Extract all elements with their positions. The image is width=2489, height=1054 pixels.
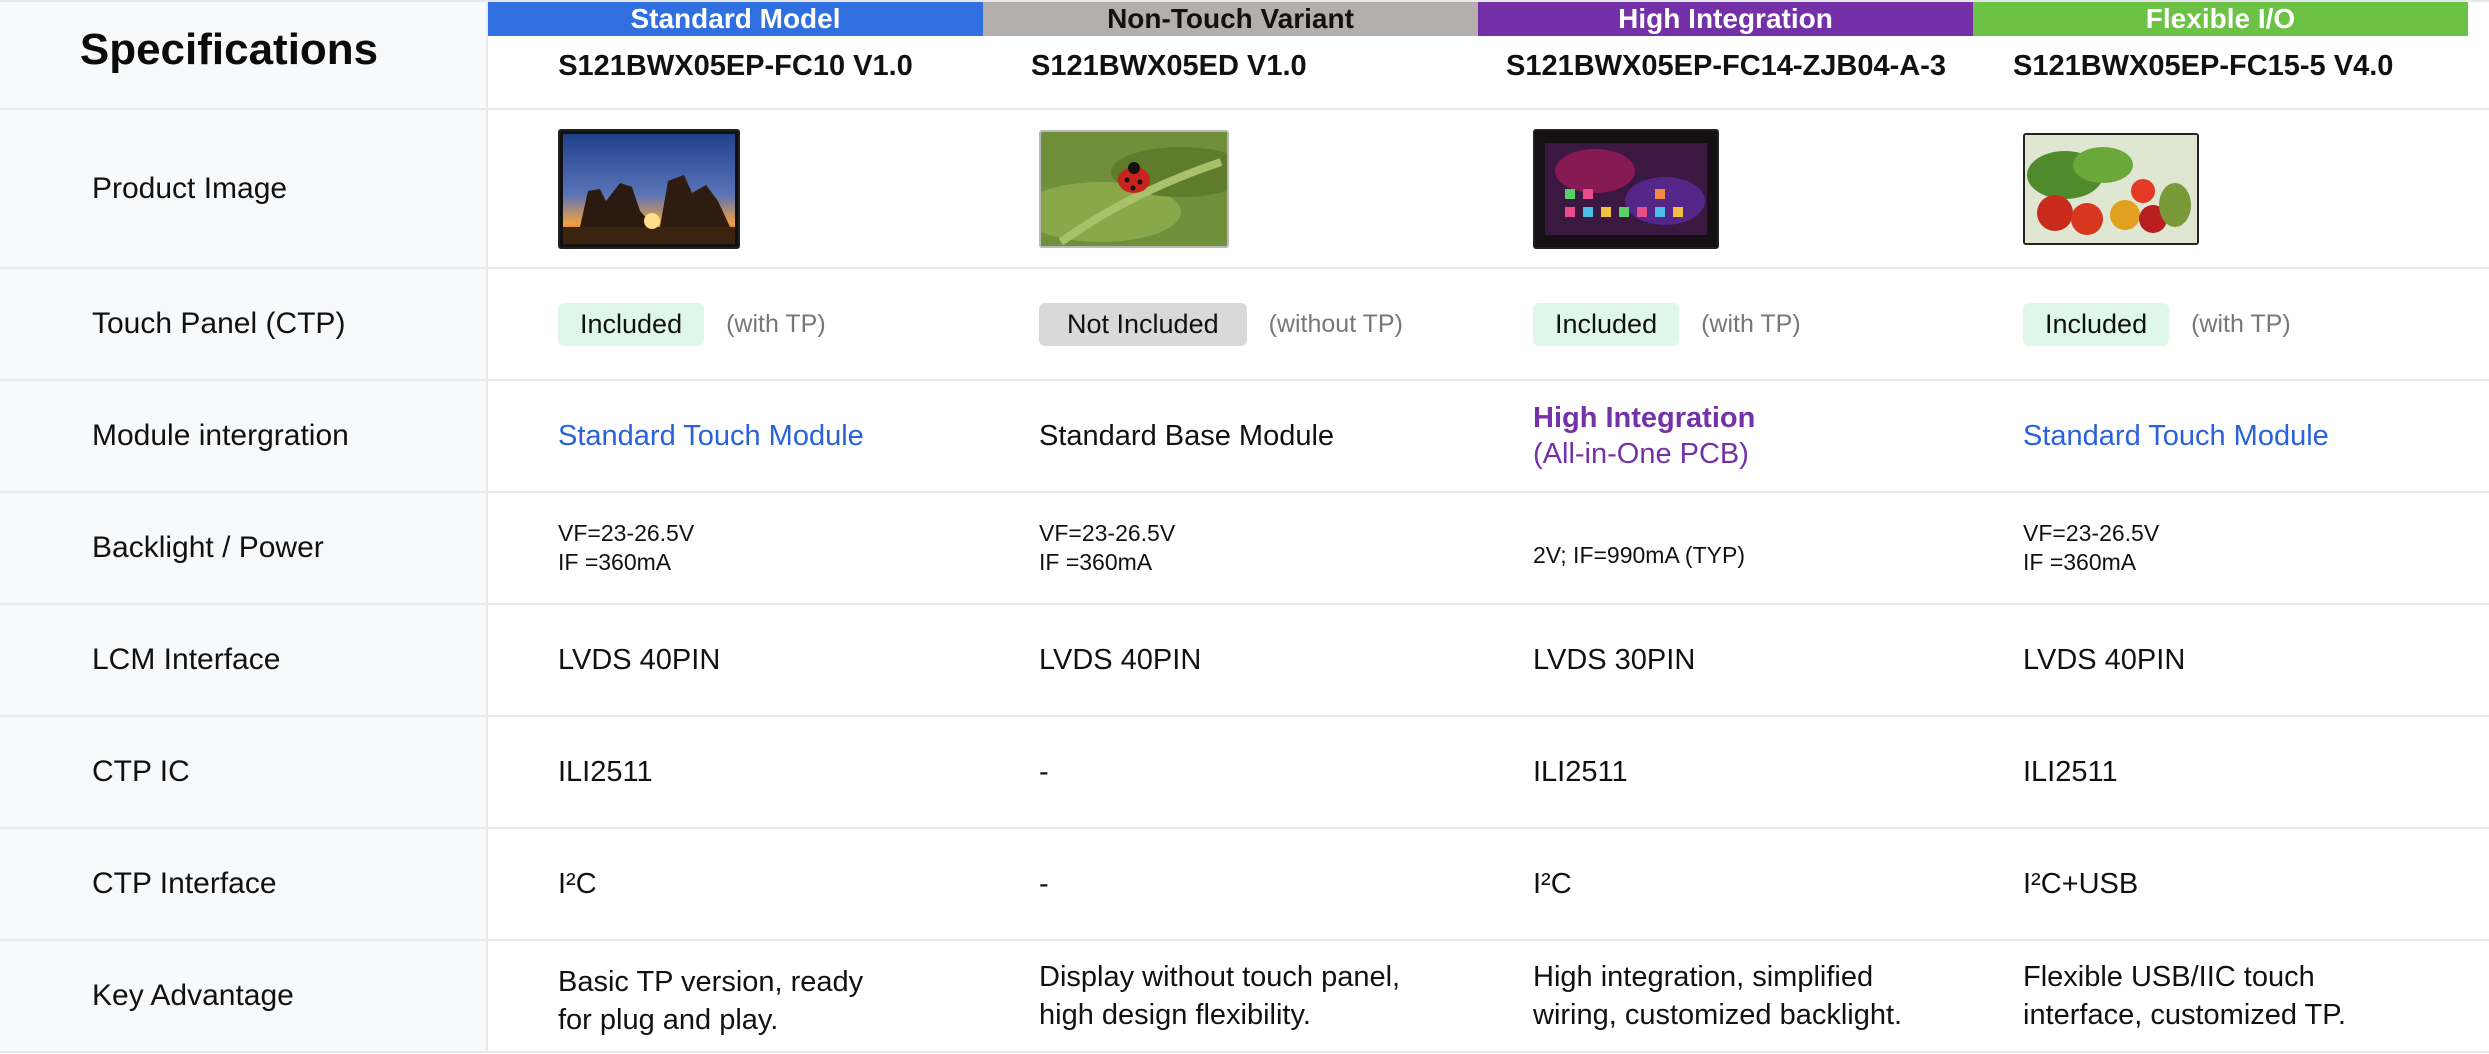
- module-subtext: (All-in-One PCB): [1533, 438, 1749, 470]
- lcm-value: LVDS 40PIN: [558, 643, 721, 676]
- status-badge: Not Included: [1039, 302, 1247, 346]
- touch-panel-3: Included (with TP): [1478, 269, 1973, 381]
- ctp-if-4: I²C+USB: [1973, 829, 2489, 941]
- advantage-line: for plug and play.: [558, 1004, 779, 1036]
- lcm-4: LVDS 40PIN: [1973, 605, 2489, 717]
- lcm-3: LVDS 30PIN: [1478, 605, 1973, 717]
- backlight-line: VF=23-26.5V: [1039, 520, 1176, 546]
- module-text: Standard Base Module: [1039, 419, 1335, 452]
- row-label-ctp-ic: CTP IC: [0, 717, 488, 829]
- ctp-ic-value: ILI2511: [558, 755, 653, 788]
- row-label-touch-panel: Touch Panel (CTP): [0, 269, 488, 381]
- lcm-value: LVDS 40PIN: [1039, 643, 1202, 676]
- module-text: Standard Touch Module: [2023, 419, 2329, 452]
- row-label-backlight: Backlight / Power: [0, 493, 488, 605]
- backlight-1: VF=23-26.5V IF =360mA: [488, 493, 983, 605]
- status-note: (without TP): [1268, 309, 1403, 338]
- advantage-1: Basic TP version, ready for plug and pla…: [488, 941, 983, 1053]
- ctp-ic-value: -: [1039, 755, 1049, 788]
- ctp-if-3: I²C: [1478, 829, 1973, 941]
- ctp-ic-1: ILI2511: [488, 717, 983, 829]
- lcm-value: LVDS 40PIN: [2023, 643, 2186, 676]
- backlight-line: IF =360mA: [2023, 549, 2137, 575]
- ctp-ic-3: ILI2511: [1478, 717, 1973, 829]
- variant-badge-3: High Integration: [1478, 2, 1973, 36]
- ctp-if-value: -: [1039, 867, 1049, 900]
- ctp-if-value: I²C: [1533, 867, 1572, 900]
- product-image-1: [488, 110, 983, 269]
- advantage-line: Flexible USB/IIC touch: [2023, 961, 2315, 993]
- advantage-3: High integration, simplified wiring, cus…: [1478, 941, 1973, 1053]
- variant-model-2: S121BWX05ED V1.0: [1031, 50, 1307, 82]
- ctp-ic-value: ILI2511: [1533, 755, 1628, 788]
- status-note: (with TP): [1701, 309, 1801, 338]
- ctp-if-value: I²C: [558, 867, 597, 900]
- row-label-ctp-interface: CTP Interface: [0, 829, 488, 941]
- status-note: (with TP): [2191, 309, 2291, 338]
- variant-header-3: High Integration S121BWX05EP-FC14-ZJB04-…: [1478, 2, 1973, 110]
- touch-panel-2: Not Included (without TP): [983, 269, 1478, 381]
- backlight-line: VF=23-26.5V: [558, 520, 695, 546]
- ctp-if-1: I²C: [488, 829, 983, 941]
- backlight-line: 2V; IF=990mA (TYP): [1533, 541, 1745, 568]
- vegetables-icon: [2023, 132, 2199, 245]
- backlight-line: VF=23-26.5V: [2023, 520, 2160, 546]
- backlight-4: VF=23-26.5V IF =360mA: [1973, 493, 2489, 605]
- advantage-line: high design flexibility.: [1039, 999, 1311, 1031]
- app-grid-screen-icon: [1533, 128, 1719, 249]
- module-text: Standard Touch Module: [558, 419, 864, 452]
- backlight-2: VF=23-26.5V IF =360mA: [983, 493, 1478, 605]
- row-label-advantage: Key Advantage: [0, 941, 488, 1053]
- status-badge: Included: [2023, 302, 2170, 346]
- variant-model-1: S121BWX05EP-FC10 V1.0: [558, 50, 913, 82]
- variant-header-2: Non-Touch Variant S121BWX05ED V1.0: [983, 2, 1478, 110]
- advantage-line: interface, customized TP.: [2023, 999, 2346, 1031]
- module-3: High Integration (All-in-One PCB): [1478, 381, 1973, 493]
- row-label-lcm: LCM Interface: [0, 605, 488, 717]
- ctp-ic-4: ILI2511: [1973, 717, 2489, 829]
- advantage-line: Display without touch panel,: [1039, 961, 1401, 993]
- variant-model-4: S121BWX05EP-FC15-5 V4.0: [2013, 50, 2394, 82]
- status-badge: Included: [558, 302, 705, 346]
- module-2: Standard Base Module: [983, 381, 1478, 493]
- variant-badge-1: Standard Model: [488, 2, 983, 36]
- advantage-line: High integration, simplified: [1533, 961, 1874, 993]
- advantage-4: Flexible USB/IIC touch interface, custom…: [1973, 941, 2489, 1053]
- variant-header-4: Flexible I/O S121BWX05EP-FC15-5 V4.0: [1973, 2, 2489, 110]
- sunset-rocks-icon: [558, 128, 740, 249]
- status-note: (with TP): [726, 309, 826, 338]
- ctp-ic-2: -: [983, 717, 1478, 829]
- row-label-module: Module intergration: [0, 381, 488, 493]
- spec-table: Specifications Standard Model S121BWX05E…: [0, 0, 2489, 1054]
- module-1: Standard Touch Module: [488, 381, 983, 493]
- ladybug-leaf-icon: [1039, 129, 1229, 248]
- product-image-2: [983, 110, 1478, 269]
- touch-panel-4: Included (with TP): [1973, 269, 2489, 381]
- advantage-line: wiring, customized backlight.: [1533, 999, 1903, 1031]
- ctp-ic-value: ILI2511: [2023, 755, 2118, 788]
- lcm-1: LVDS 40PIN: [488, 605, 983, 717]
- ctp-if-2: -: [983, 829, 1478, 941]
- variant-badge-2: Non-Touch Variant: [983, 2, 1478, 36]
- advantage-line: Basic TP version, ready: [558, 966, 864, 998]
- lcm-value: LVDS 30PIN: [1533, 643, 1696, 676]
- row-label-product-image: Product Image: [0, 110, 488, 269]
- module-text: High Integration: [1533, 402, 1756, 434]
- variant-badge-4: Flexible I/O: [1973, 2, 2468, 36]
- backlight-3: 2V; IF=990mA (TYP): [1478, 493, 1973, 605]
- lcm-2: LVDS 40PIN: [983, 605, 1478, 717]
- product-image-3: [1478, 110, 1973, 269]
- backlight-line: IF =360mA: [1039, 549, 1153, 575]
- ctp-if-value: I²C+USB: [2023, 867, 2139, 900]
- product-image-4: [1973, 110, 2489, 269]
- status-badge: Included: [1533, 302, 1680, 346]
- variant-model-3: S121BWX05EP-FC14-ZJB04-A-3: [1506, 50, 1946, 82]
- advantage-2: Display without touch panel, high design…: [983, 941, 1478, 1053]
- corner-cell: Specifications: [0, 2, 488, 110]
- backlight-line: IF =360mA: [558, 549, 672, 575]
- variant-header-1: Standard Model S121BWX05EP-FC10 V1.0: [488, 2, 983, 110]
- touch-panel-1: Included (with TP): [488, 269, 983, 381]
- corner-title: Specifications: [79, 25, 379, 74]
- module-4: Standard Touch Module: [1973, 381, 2489, 493]
